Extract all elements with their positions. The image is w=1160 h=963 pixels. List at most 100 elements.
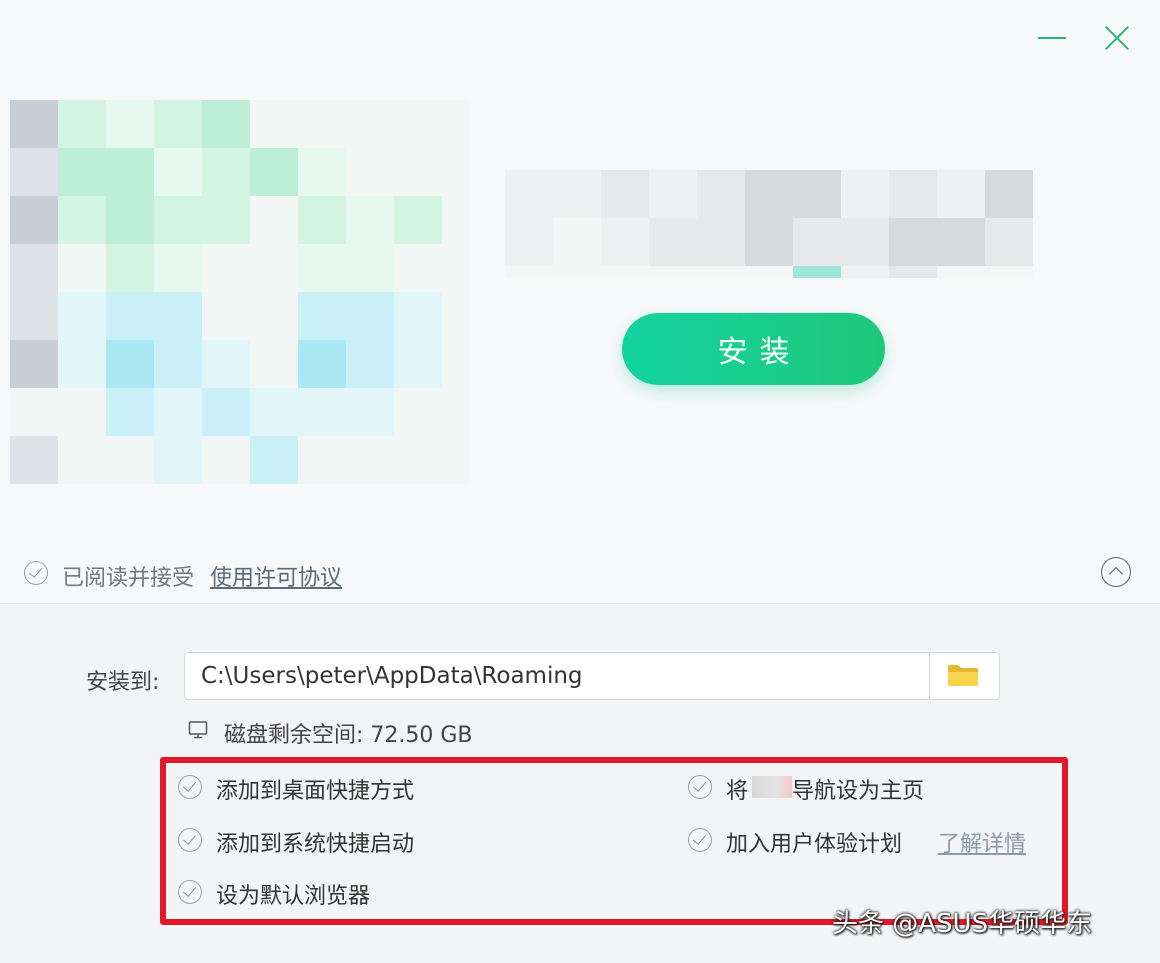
mosaic-block (394, 196, 442, 244)
agreement-checkbox[interactable] (24, 561, 48, 585)
quick-launch-label: 添加到系统快捷启动 (216, 832, 415, 857)
quick-launch-checkbox[interactable] (178, 828, 202, 852)
mosaic-block (202, 100, 250, 148)
mosaic-block (58, 292, 106, 340)
mosaic-block (985, 266, 1033, 278)
mosaic-block (394, 340, 442, 388)
mosaic-block (298, 436, 346, 484)
mosaic-block (10, 148, 58, 196)
mosaic-block (346, 100, 394, 148)
mosaic-block (937, 170, 985, 218)
license-agreement-link[interactable]: 使用许可协议 (210, 560, 342, 592)
mosaic-block (985, 218, 1033, 266)
mosaic-block (745, 170, 793, 218)
mosaic-block (649, 170, 697, 218)
mosaic-block (937, 218, 985, 266)
mosaic-block (250, 388, 298, 436)
mosaic-block (106, 292, 154, 340)
mosaic-block (649, 266, 697, 278)
install-button[interactable]: 安装 (622, 313, 885, 385)
mosaic-block (394, 148, 442, 196)
close-icon[interactable] (1099, 20, 1135, 56)
mosaic-block (250, 436, 298, 484)
mosaic-block (889, 266, 937, 278)
mosaic-block (697, 266, 745, 278)
mosaic-block (553, 170, 601, 218)
mosaic-block (553, 266, 601, 278)
default-browser-checkbox[interactable] (178, 880, 202, 904)
mosaic-block (442, 100, 470, 148)
mosaic-block (202, 244, 250, 292)
mosaic-block (58, 196, 106, 244)
learn-more-link[interactable]: 了解详情 (938, 826, 1026, 858)
mosaic-block (58, 388, 106, 436)
mosaic-block (505, 218, 553, 266)
mosaic-block (154, 340, 202, 388)
desktop-shortcut-label: 添加到桌面快捷方式 (216, 779, 415, 804)
mosaic-block (985, 170, 1033, 218)
mosaic-block (346, 148, 394, 196)
user-experience-checkbox[interactable] (688, 828, 712, 852)
mosaic-block (298, 388, 346, 436)
mosaic-block (106, 340, 154, 388)
mosaic-block (505, 170, 553, 218)
mosaic-block (10, 292, 58, 340)
mosaic-block (601, 218, 649, 266)
mosaic-block (394, 388, 442, 436)
mosaic-block (346, 388, 394, 436)
mosaic-block (697, 218, 745, 266)
folder-icon (948, 665, 978, 686)
mosaic-block (442, 388, 470, 436)
mosaic-block (10, 436, 58, 484)
mosaic-block (937, 266, 985, 278)
mosaic-block (346, 292, 394, 340)
redacted-brand (752, 776, 792, 798)
homepage-checkbox[interactable] (688, 775, 712, 799)
mosaic-block (10, 340, 58, 388)
homepage-label-prefix: 将 (726, 779, 749, 804)
mosaic-block (250, 244, 298, 292)
watermark: 头条 @ASUS华硕华东 (832, 909, 1093, 939)
mosaic-block (10, 388, 58, 436)
agreement-text: 已阅读并接受 (62, 566, 195, 591)
mosaic-block (394, 292, 442, 340)
mosaic-block (841, 266, 889, 278)
mosaic-block (106, 148, 154, 196)
mosaic-block (841, 170, 889, 218)
mosaic-block (298, 292, 346, 340)
minimize-icon[interactable] (1034, 20, 1070, 56)
mosaic-block (202, 340, 250, 388)
mosaic-block (298, 340, 346, 388)
desktop-shortcut-checkbox[interactable] (178, 775, 202, 799)
mosaic-block (58, 244, 106, 292)
mosaic-block (106, 436, 154, 484)
mosaic-block (841, 218, 889, 266)
mosaic-block (106, 196, 154, 244)
mosaic-block (697, 170, 745, 218)
mosaic-block (346, 340, 394, 388)
pixelated-logo (10, 100, 470, 500)
mosaic-block (58, 340, 106, 388)
mosaic-block (553, 218, 601, 266)
mosaic-block (10, 100, 58, 148)
mosaic-block (250, 340, 298, 388)
mosaic-block (298, 196, 346, 244)
default-browser-label: 设为默认浏览器 (216, 884, 371, 909)
browse-folder-button[interactable] (930, 653, 999, 699)
mosaic-block (394, 100, 442, 148)
mosaic-block (442, 244, 470, 292)
mosaic-block (106, 100, 154, 148)
mosaic-block (346, 196, 394, 244)
mosaic-block (106, 388, 154, 436)
mosaic-block (250, 196, 298, 244)
install-path-input[interactable] (185, 653, 929, 699)
mosaic-block (793, 218, 841, 266)
mosaic-block (10, 244, 58, 292)
mosaic-block (58, 436, 106, 484)
mosaic-block (202, 436, 250, 484)
homepage-label-suffix: 导航设为主页 (792, 779, 925, 804)
mosaic-block (442, 436, 470, 484)
mosaic-block (601, 170, 649, 218)
collapse-options-icon[interactable] (1101, 557, 1131, 587)
install-path-field (184, 652, 1000, 700)
